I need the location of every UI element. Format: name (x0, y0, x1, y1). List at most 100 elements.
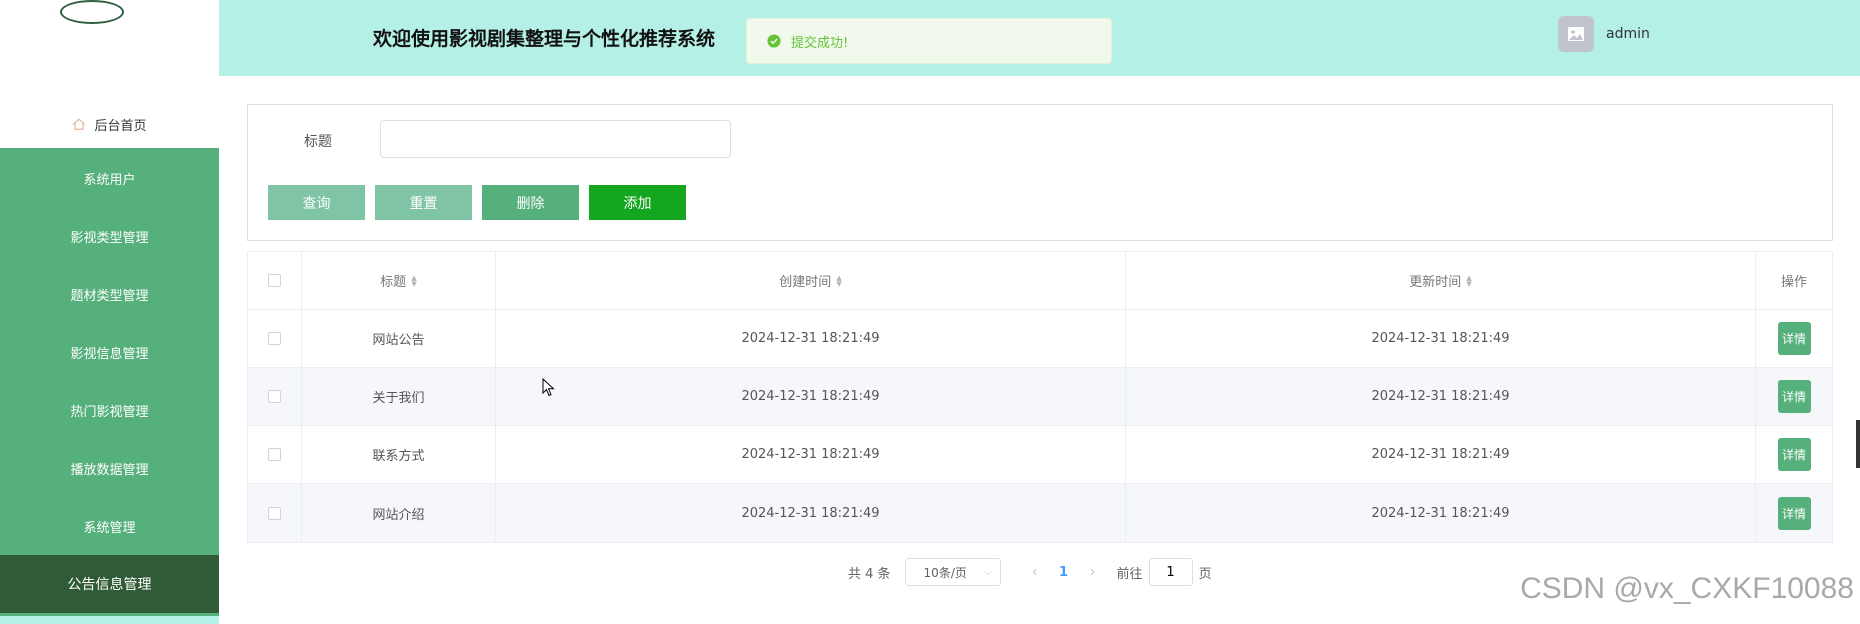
select-all-checkbox[interactable] (268, 274, 281, 287)
row-checkbox[interactable] (268, 332, 281, 345)
sidebar-item-video-info[interactable]: 影视信息管理 (0, 323, 219, 381)
scroll-edge-marker (1856, 420, 1860, 468)
reset-button[interactable]: 重置 (375, 185, 472, 220)
mouse-cursor-icon (542, 378, 555, 397)
sidebar-item-label: 系统用户 (83, 172, 136, 188)
next-page-icon[interactable]: › (1079, 564, 1107, 580)
cell-title: 网站介绍 (302, 484, 496, 542)
title-search-input[interactable] (380, 120, 731, 158)
cell-updated: 2024-12-31 18:21:49 (1126, 426, 1756, 483)
app-title: 欢迎使用影视剧集整理与个性化推荐系统 (373, 28, 716, 50)
sidebar-item-play-data[interactable]: 播放数据管理 (0, 439, 219, 497)
sidebar-item-genre-types[interactable]: 题材类型管理 (0, 265, 219, 323)
row-checkbox[interactable] (268, 506, 281, 520)
table-row: 联系方式 2024-12-31 18:21:49 2024-12-31 18:2… (248, 426, 1832, 484)
sidebar-item-system-users[interactable]: 系统用户 (0, 149, 219, 207)
goto-prefix: 前往 (1116, 566, 1143, 582)
username[interactable]: admin (1606, 26, 1650, 42)
cell-action: 详情 (1756, 310, 1832, 367)
cell-created: 2024-12-31 18:21:49 (496, 426, 1126, 483)
user-menu[interactable]: admin (1558, 16, 1650, 52)
header-checkbox-cell (248, 252, 302, 309)
header: 欢迎使用影视剧集整理与个性化推荐系统 提交成功! admin (219, 0, 1860, 76)
column-label: 标题 (380, 275, 407, 290)
total-count: 共 4 条 (848, 566, 891, 582)
sidebar-item-video-types[interactable]: 影视类型管理 (0, 207, 219, 265)
header-action: 操作 (1756, 252, 1832, 309)
notice-table: 标题 ▲ ▼ 创建时间 ▲ ▼ 更新时间 ▲ ▼ 操作 网站公告 2024-12-31 18… (247, 251, 1833, 543)
sidebar-bottom-strip (0, 616, 219, 624)
search-panel: 标题 查询 重置 删除 添加 (247, 104, 1833, 241)
cell-title: 网站公告 (302, 310, 496, 367)
column-label: 更新时间 (1409, 275, 1462, 290)
goto-page-input[interactable] (1148, 558, 1193, 586)
cell-created: 2024-12-31 18:21:49 (496, 310, 1126, 367)
page-size-select[interactable]: 10条/页 ⌵ (904, 558, 1001, 586)
sidebar-item-label: 热门影视管理 (70, 404, 149, 420)
cell-updated: 2024-12-31 18:21:49 (1126, 310, 1756, 367)
sidebar-item-label: 影视类型管理 (70, 230, 149, 246)
cell-updated: 2024-12-31 18:21:49 (1126, 368, 1756, 425)
cell-action: 详情 (1756, 368, 1832, 425)
detail-button[interactable]: 详情 (1777, 496, 1811, 530)
delete-button[interactable]: 删除 (482, 185, 579, 220)
sidebar-item-label: 影视信息管理 (70, 346, 149, 362)
toast-message: 提交成功! (791, 35, 849, 51)
table-row: 网站公告 2024-12-31 18:21:49 2024-12-31 18:2… (248, 310, 1832, 368)
page-number-current[interactable]: 1 (1049, 565, 1079, 580)
watermark: CSDN @vx_CXKF10088 (1520, 572, 1854, 605)
cell-title: 联系方式 (302, 426, 496, 483)
sidebar-item-label: 系统管理 (83, 520, 136, 536)
sidebar-item-hot-videos[interactable]: 热门影视管理 (0, 381, 219, 439)
sidebar-item-label: 题材类型管理 (70, 288, 149, 304)
row-checkbox[interactable] (268, 390, 281, 403)
goto-suffix: 页 (1198, 566, 1212, 582)
pagination: 共 4 条 10条/页 ⌵ ‹ 1 › 前往 页 (848, 558, 1212, 586)
logo (60, 0, 124, 24)
row-checkbox-cell (248, 484, 302, 542)
sidebar: 后台首页 系统用户 影视类型管理 题材类型管理 影视信息管理 热门影视管理 播放… (0, 0, 219, 624)
column-label: 操作 (1780, 275, 1807, 290)
header-title[interactable]: 标题 ▲ ▼ (302, 252, 496, 309)
row-checkbox-cell (248, 310, 302, 367)
sort-icon[interactable]: ▲ ▼ (836, 274, 841, 287)
sort-icon[interactable]: ▲ ▼ (1466, 274, 1471, 287)
sidebar-item-notices[interactable]: 公告信息管理 (0, 555, 219, 613)
header-updated[interactable]: 更新时间 ▲ ▼ (1126, 252, 1756, 309)
detail-button[interactable]: 详情 (1777, 438, 1811, 471)
sidebar-menu: 系统用户 影视类型管理 题材类型管理 影视信息管理 热门影视管理 播放数据管理 … (0, 149, 219, 613)
logo-area: 后台首页 (0, 0, 219, 148)
row-checkbox[interactable] (268, 448, 281, 461)
sidebar-item-home-label: 后台首页 (94, 118, 147, 134)
row-checkbox-cell (248, 426, 302, 483)
avatar[interactable] (1558, 16, 1594, 52)
header-created[interactable]: 创建时间 ▲ ▼ (496, 252, 1126, 309)
query-button[interactable]: 查询 (268, 185, 365, 220)
cell-action: 详情 (1756, 426, 1832, 483)
cell-created: 2024-12-31 18:21:49 (496, 368, 1126, 425)
sort-icon[interactable]: ▲ ▼ (411, 274, 416, 287)
home-icon (72, 118, 87, 130)
title-field-label: 标题 (304, 134, 332, 150)
goto-page: 前往 页 (1117, 558, 1212, 586)
sidebar-item-label: 公告信息管理 (67, 577, 152, 593)
chevron-down-icon: ⌵ (983, 566, 992, 578)
sidebar-item-system-management[interactable]: 系统管理 (0, 497, 219, 555)
sidebar-item-label: 播放数据管理 (70, 462, 149, 478)
image-placeholder-icon (1568, 27, 1584, 41)
sidebar-item-home[interactable]: 后台首页 (0, 108, 219, 140)
column-label: 创建时间 (779, 275, 832, 290)
prev-page-icon[interactable]: ‹ (1021, 564, 1049, 580)
detail-button[interactable]: 详情 (1777, 380, 1811, 413)
cell-updated: 2024-12-31 18:21:49 (1126, 484, 1756, 542)
table-header-row: 标题 ▲ ▼ 创建时间 ▲ ▼ 更新时间 ▲ ▼ 操作 (248, 252, 1832, 310)
table-row: 网站介绍 2024-12-31 18:21:49 2024-12-31 18:2… (248, 484, 1832, 542)
row-checkbox-cell (248, 368, 302, 425)
table-row: 关于我们 2024-12-31 18:21:49 2024-12-31 18:2… (248, 368, 1832, 426)
cell-title: 关于我们 (302, 368, 496, 425)
cell-created: 2024-12-31 18:21:49 (496, 484, 1126, 542)
detail-button[interactable]: 详情 (1777, 322, 1811, 355)
page-size-value: 10条/页 (923, 565, 967, 580)
add-button[interactable]: 添加 (589, 185, 686, 220)
cell-action: 详情 (1756, 484, 1832, 542)
